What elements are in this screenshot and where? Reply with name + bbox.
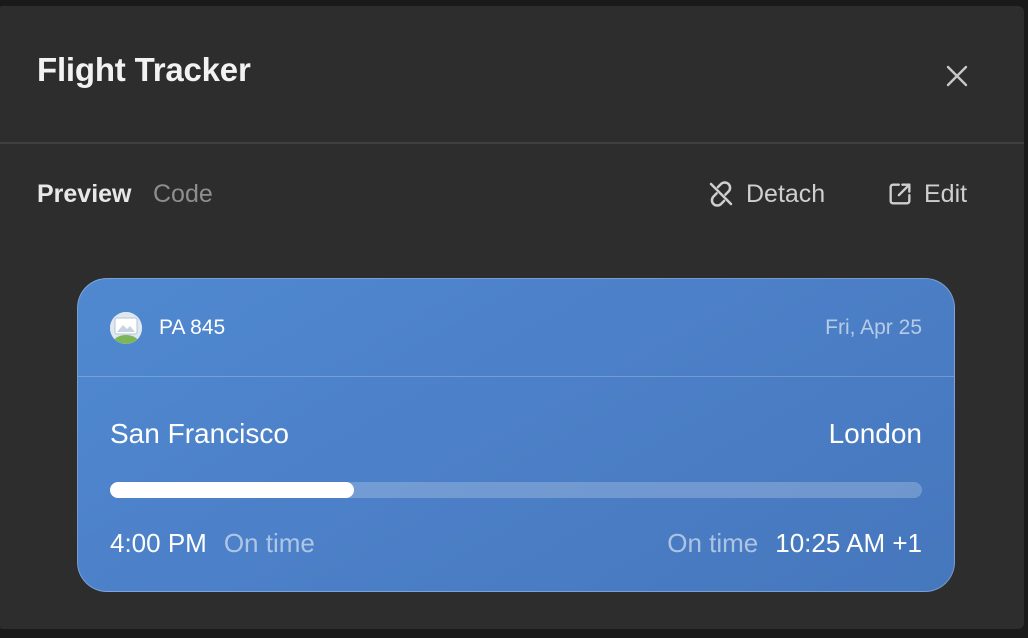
tab-code[interactable]: Code <box>153 180 213 209</box>
departure-status: On time <box>223 528 315 558</box>
flight-date: Fri, Apr 25 <box>825 316 922 339</box>
flight-card: PA 845 Fri, Apr 25 San Francisco London … <box>77 278 955 592</box>
departure-info: 4:00 PM On time <box>110 528 315 559</box>
flight-progress-bar <box>110 482 922 498</box>
flight-progress-fill <box>110 482 354 498</box>
departure-time: 4:00 PM <box>110 528 207 558</box>
arrival-info: On time 10:25 AM +1 <box>667 528 922 559</box>
destination-city: London <box>828 418 922 449</box>
tab-preview[interactable]: Preview <box>37 180 132 209</box>
close-button[interactable] <box>937 56 977 96</box>
flight-card-header: PA 845 Fri, Apr 25 <box>78 279 954 377</box>
detach-button[interactable]: Detach <box>706 176 825 212</box>
flight-number: PA 845 <box>159 316 226 339</box>
unlink-icon <box>709 181 733 207</box>
arrival-time: 10:25 AM +1 <box>775 528 922 558</box>
view-toolbar: Preview Code Detach Edit <box>0 166 1024 222</box>
edit-label: Edit <box>924 179 968 208</box>
dialog-title: Flight Tracker <box>37 51 251 88</box>
close-icon <box>946 65 968 87</box>
arrival-status: On time <box>667 528 759 558</box>
dialog-header: Flight Tracker <box>0 6 1024 144</box>
airline-logo-icon <box>110 312 142 344</box>
origin-city: San Francisco <box>110 418 289 449</box>
edit-button[interactable]: Edit <box>886 176 967 212</box>
flight-tracker-dialog: Flight Tracker Preview Code Detach Edit <box>0 6 1024 629</box>
external-link-icon <box>889 183 911 205</box>
detach-label: Detach <box>746 179 826 208</box>
